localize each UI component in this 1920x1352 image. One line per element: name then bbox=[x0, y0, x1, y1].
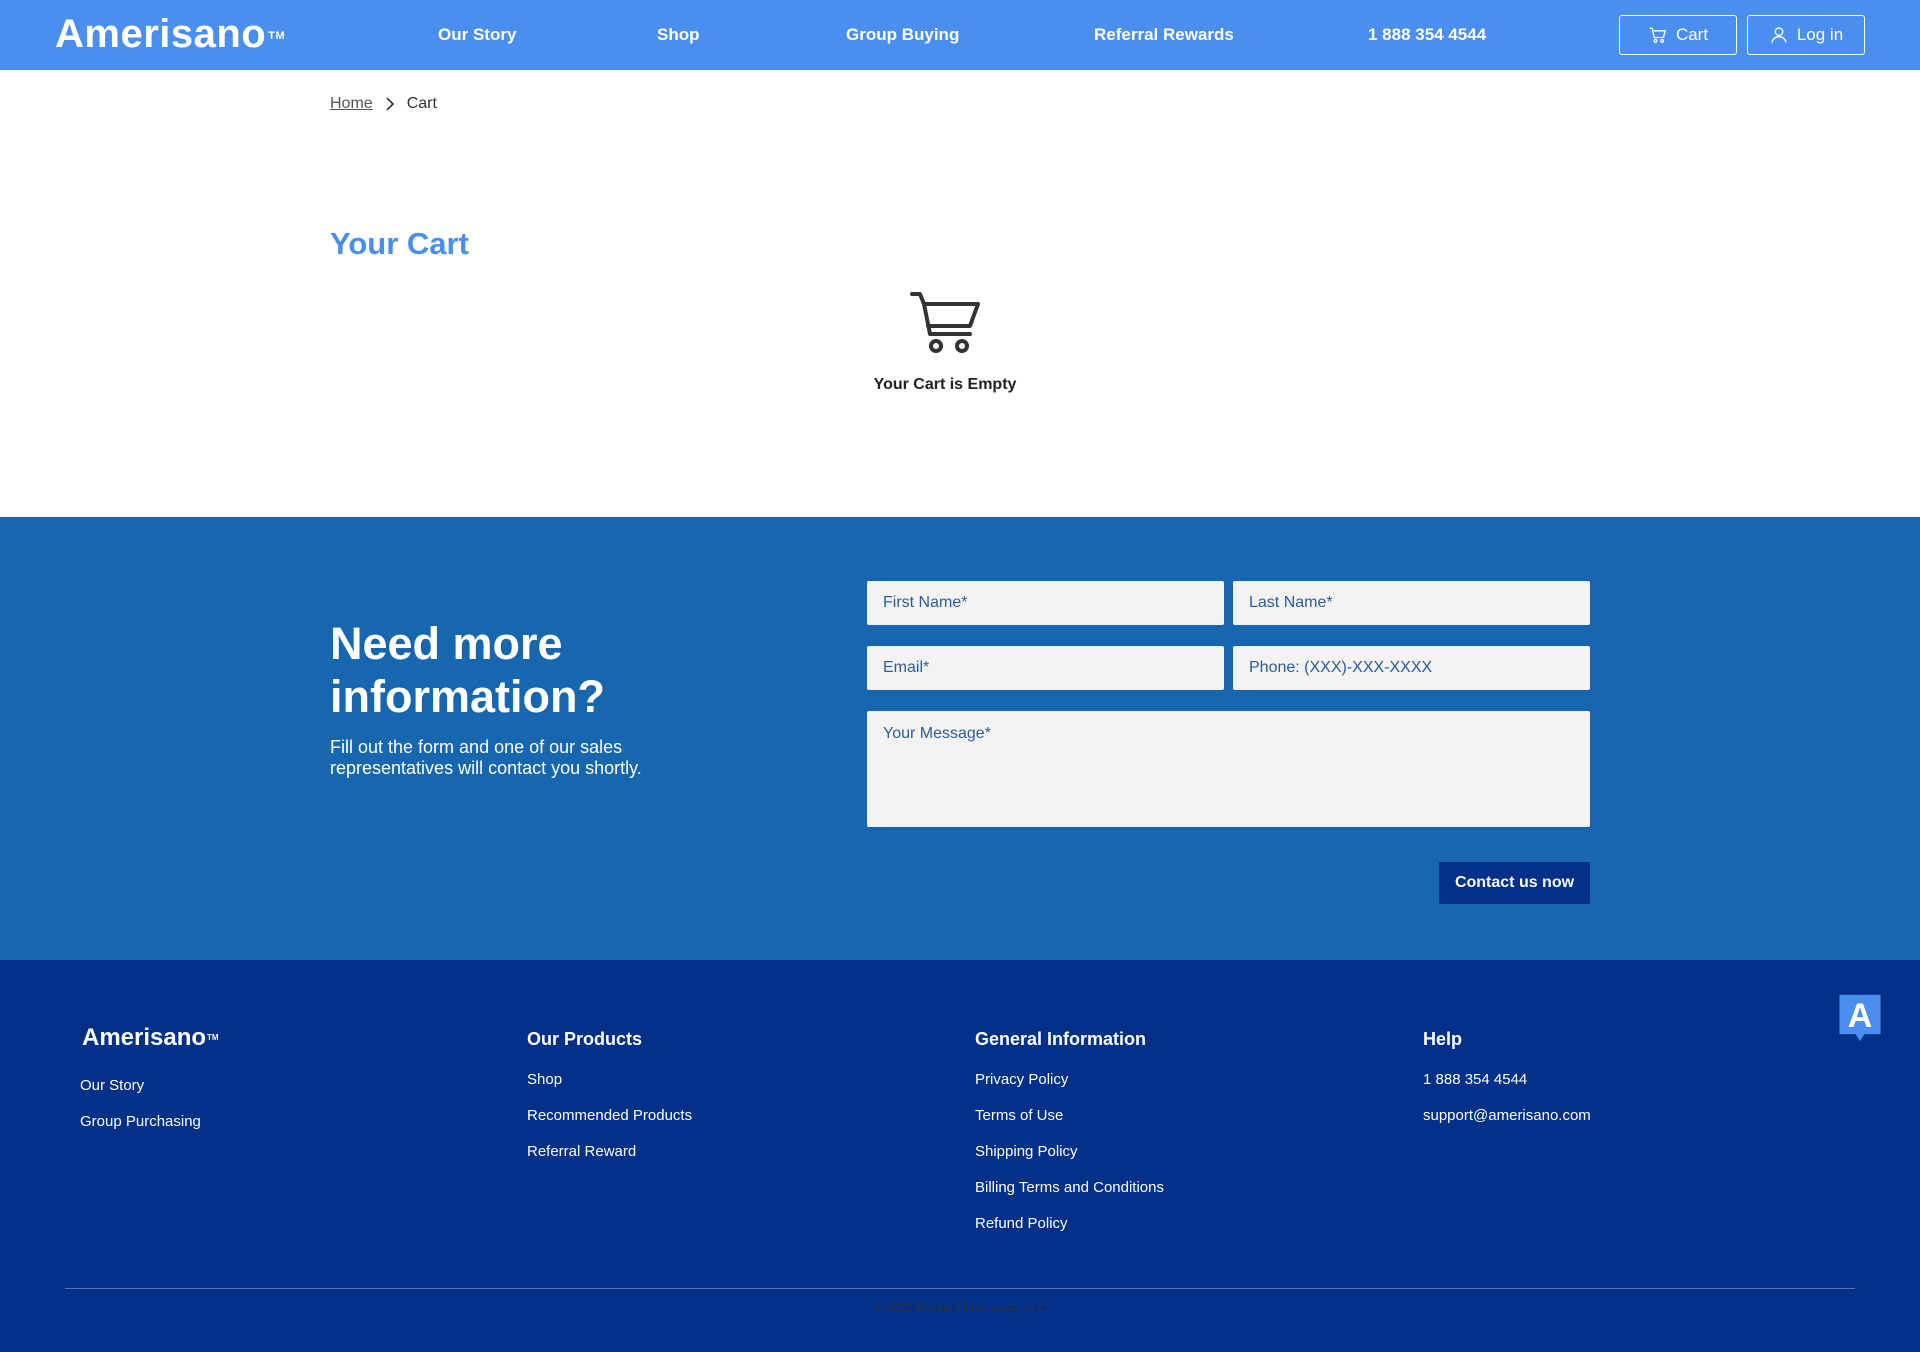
footer-link-recommended-products[interactable]: Recommended Products bbox=[527, 1106, 692, 1126]
last-name-input[interactable] bbox=[1233, 581, 1590, 625]
footer-link-group-purchasing[interactable]: Group Purchasing bbox=[80, 1112, 201, 1132]
contact-submit-button[interactable]: Contact us now bbox=[1439, 862, 1590, 904]
footer-logo[interactable]: AmerisanoTM bbox=[82, 1024, 219, 1052]
footer-link-our-story[interactable]: Our Story bbox=[80, 1076, 144, 1096]
footer-heading-general: General Information bbox=[975, 1029, 1147, 1049]
footer-link-privacy-policy[interactable]: Privacy Policy bbox=[975, 1070, 1068, 1090]
nav-shop[interactable]: Shop bbox=[657, 24, 700, 46]
site-header: Amerisano TM Our Story Shop Group Buying … bbox=[0, 0, 1920, 70]
site-footer: AmerisanoTM Our Story Group Purchasing O… bbox=[0, 960, 1920, 1352]
shopping-cart-icon bbox=[910, 292, 980, 353]
email-input[interactable] bbox=[867, 646, 1224, 690]
page-title: Your Cart bbox=[330, 226, 469, 261]
breadcrumb: Home Cart bbox=[330, 95, 437, 113]
nav-referral-rewards[interactable]: Referral Rewards bbox=[1094, 24, 1234, 46]
footer-heading-products: Our Products bbox=[527, 1029, 643, 1049]
cart-icon bbox=[1649, 27, 1666, 43]
site-logo[interactable]: Amerisano TM bbox=[55, 14, 285, 54]
accessibility-a-icon[interactable]: A bbox=[1835, 993, 1885, 1043]
breadcrumb-home[interactable]: Home bbox=[330, 95, 373, 113]
footer-divider bbox=[65, 1288, 1855, 1289]
empty-cart-state: Your Cart is Empty bbox=[860, 290, 1030, 394]
footer-link-shop[interactable]: Shop bbox=[527, 1070, 562, 1090]
chevron-right-icon bbox=[386, 97, 394, 111]
nav-group-buying[interactable]: Group Buying bbox=[846, 24, 959, 46]
login-button[interactable]: Log in bbox=[1747, 15, 1865, 55]
breadcrumb-current: Cart bbox=[406, 95, 437, 112]
cart-button[interactable]: Cart bbox=[1619, 15, 1737, 55]
footer-link-refund-policy[interactable]: Refund Policy bbox=[975, 1214, 1068, 1234]
footer-link-email[interactable]: support@amerisano.com bbox=[1423, 1106, 1591, 1126]
footer-link-shipping-policy[interactable]: Shipping Policy bbox=[975, 1142, 1078, 1162]
footer-link-referral-reward[interactable]: Referral Reward bbox=[527, 1142, 636, 1162]
badge-letter: A bbox=[1848, 997, 1873, 1035]
footer-link-billing-terms[interactable]: Billing Terms and Conditions bbox=[975, 1178, 1164, 1198]
footer-heading-help: Help bbox=[1423, 1029, 1463, 1049]
footer-link-terms-of-use[interactable]: Terms of Use bbox=[975, 1106, 1063, 1126]
nav-phone[interactable]: 1 888 354 4544 bbox=[1368, 24, 1486, 46]
footer-link-phone[interactable]: 1 888 354 4544 bbox=[1423, 1070, 1527, 1090]
contact-section: Need more information? Fill out the form… bbox=[0, 517, 1920, 960]
first-name-input[interactable] bbox=[867, 581, 1224, 625]
contact-heading: Need more information? bbox=[330, 618, 605, 722]
phone-input[interactable] bbox=[1233, 646, 1590, 690]
contact-description: Fill out the form and one of our sales r… bbox=[330, 737, 642, 778]
message-textarea[interactable] bbox=[867, 711, 1590, 827]
copyright-text: © 2022 Rocket Distributors, LLC bbox=[873, 1301, 1047, 1315]
empty-cart-text: Your Cart is Empty bbox=[873, 376, 1017, 393]
user-icon bbox=[1771, 27, 1787, 43]
nav-our-story[interactable]: Our Story bbox=[438, 24, 516, 46]
